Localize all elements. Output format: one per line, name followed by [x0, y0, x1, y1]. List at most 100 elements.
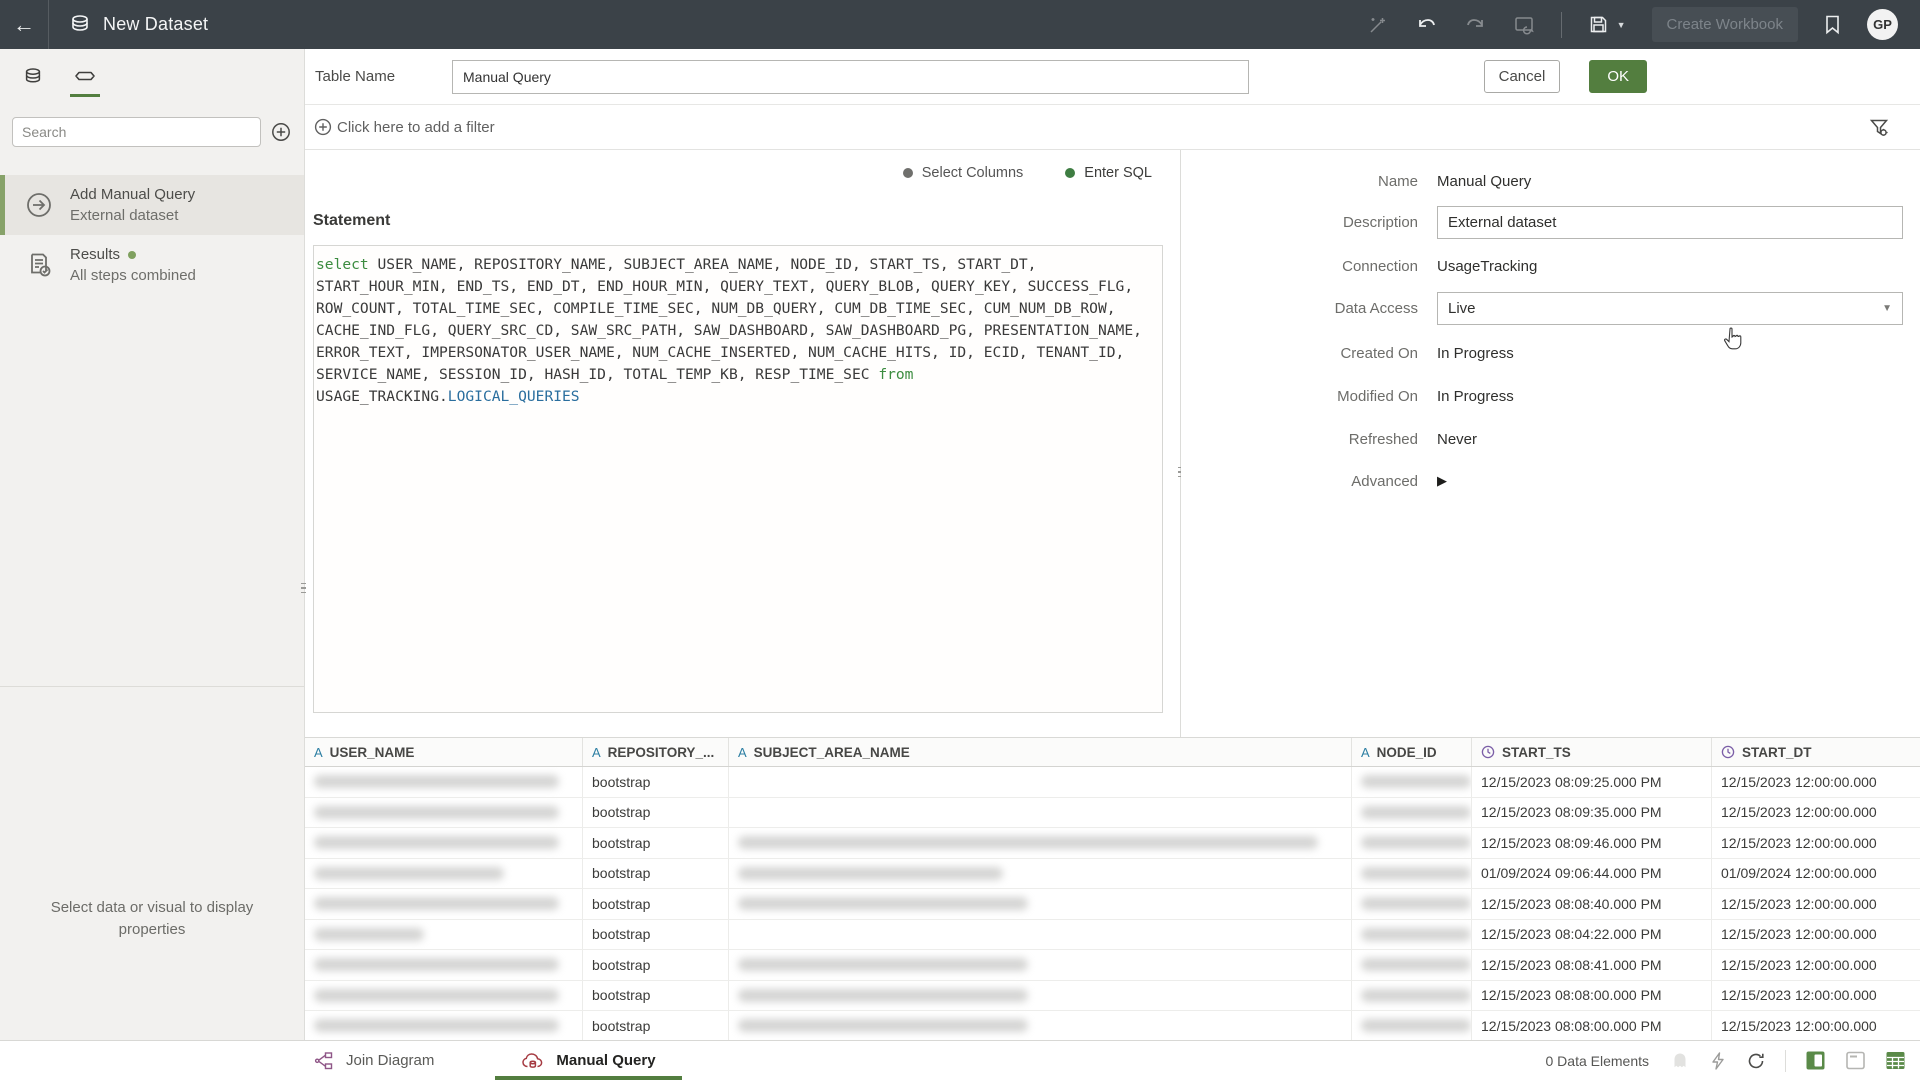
data-elements-count: 0 Data Elements — [1546, 1053, 1650, 1069]
table-row[interactable]: bootstrap 12/15/2023 08:04:22.000 PM 12/… — [305, 920, 1920, 951]
tab-data[interactable] — [18, 67, 48, 105]
bookmark-icon[interactable] — [1824, 14, 1841, 35]
cell-repository: bootstrap — [583, 798, 729, 828]
cell-repository: bootstrap — [583, 767, 729, 797]
column-header-user-name[interactable]: A USER_NAME — [305, 738, 583, 766]
connection-label: Connection — [1181, 258, 1418, 275]
top-header: ← New Dataset — [0, 0, 1920, 49]
table-row[interactable]: bootstrap 12/15/2023 08:09:35.000 PM 12/… — [305, 798, 1920, 829]
cell-subject-area — [729, 981, 1352, 1011]
results-icon — [24, 250, 54, 280]
view-table-icon[interactable] — [1885, 1050, 1906, 1071]
mode-select-columns[interactable]: Select Columns — [903, 165, 1024, 181]
mode-enter-sql[interactable]: Enter SQL — [1065, 165, 1152, 181]
dataset-preview-icon[interactable] — [1513, 14, 1535, 36]
cell-repository: bootstrap — [583, 859, 729, 889]
join-diagram-icon — [313, 1051, 335, 1071]
redo-icon[interactable] — [1464, 13, 1487, 36]
tab-preparation[interactable] — [70, 67, 100, 105]
auto-insights-icon[interactable] — [1367, 14, 1389, 36]
column-header-start-dt[interactable]: START_DT — [1712, 738, 1920, 766]
cell-start-ts: 12/15/2023 08:08:00.000 PM — [1472, 1011, 1712, 1040]
cancel-button[interactable]: Cancel — [1484, 60, 1561, 93]
save-menu-caret-icon[interactable]: ▼ — [1617, 20, 1626, 30]
table-name-bar: Table Name Cancel OK — [305, 49, 1920, 105]
cell-user-name — [305, 859, 583, 889]
table-row[interactable]: bootstrap 12/15/2023 08:09:25.000 PM 12/… — [305, 767, 1920, 798]
filter-settings-icon[interactable] — [1868, 116, 1890, 138]
description-input[interactable] — [1437, 206, 1903, 239]
modified-on-label: Modified On — [1181, 388, 1418, 405]
avatar[interactable]: GP — [1867, 9, 1898, 40]
cell-repository: bootstrap — [583, 1011, 729, 1040]
radio-icon — [903, 168, 913, 178]
add-filter-button[interactable]: Click here to add a filter — [313, 117, 495, 137]
created-on-label: Created On — [1181, 345, 1418, 362]
chevron-down-icon: ▼ — [1882, 303, 1892, 314]
view-split-icon[interactable] — [1845, 1050, 1866, 1071]
properties-panel: Name Manual Query Description Connection… — [1181, 150, 1920, 737]
cell-user-name — [305, 1011, 583, 1040]
filter-bar: Click here to add a filter — [305, 105, 1920, 150]
sidebar-resize-grip[interactable] — [300, 570, 307, 606]
create-workbook-button[interactable]: Create Workbook — [1652, 7, 1798, 42]
name-value: Manual Query — [1437, 173, 1531, 190]
cell-repository: bootstrap — [583, 889, 729, 919]
manual-query-step-icon — [24, 190, 54, 220]
search-field[interactable] — [22, 124, 251, 140]
flash-refresh-icon[interactable] — [1709, 1051, 1727, 1071]
tab-join-diagram[interactable]: Join Diagram — [313, 1041, 434, 1080]
step-subtitle: External dataset — [70, 207, 195, 224]
cell-subject-area — [729, 798, 1352, 828]
add-step-icon[interactable] — [270, 121, 292, 143]
undo-icon[interactable] — [1415, 13, 1438, 36]
advanced-expander-icon[interactable]: ▶ — [1437, 473, 1447, 489]
tab-label: Join Diagram — [346, 1052, 434, 1069]
tab-manual-query[interactable]: Manual Query — [509, 1041, 667, 1080]
sql-statement-box[interactable]: select USER_NAME, REPOSITORY_NAME, SUBJE… — [313, 245, 1163, 713]
data-access-select[interactable]: Live ▼ — [1437, 292, 1903, 325]
statement-label: Statement — [313, 212, 390, 230]
back-button[interactable]: ← — [0, 0, 49, 49]
column-header-start-ts[interactable]: START_TS — [1472, 738, 1712, 766]
table-row[interactable]: bootstrap 12/15/2023 08:08:41.000 PM 12/… — [305, 950, 1920, 981]
cell-subject-area — [729, 1011, 1352, 1040]
save-button[interactable]: ▼ — [1588, 14, 1626, 35]
search-input[interactable] — [12, 117, 261, 147]
sidebar-item-add-manual-query[interactable]: Add Manual Query External dataset — [0, 175, 304, 235]
properties-empty-message: Select data or visual to display propert… — [0, 897, 304, 941]
connection-value: UsageTracking — [1437, 258, 1537, 275]
radio-icon — [1065, 168, 1075, 178]
new-dataset-editor: ← New Dataset — [0, 0, 1920, 1080]
advanced-label: Advanced — [1181, 473, 1418, 490]
table-name-input[interactable] — [452, 60, 1249, 94]
table-row[interactable]: bootstrap 12/15/2023 08:08:00.000 PM 12/… — [305, 1011, 1920, 1040]
column-header-subject-area[interactable]: A SUBJECT_AREA_NAME — [729, 738, 1352, 766]
modified-on-value: In Progress — [1437, 388, 1514, 405]
column-header-node-id[interactable]: A NODE_ID — [1352, 738, 1472, 766]
cell-start-dt: 12/15/2023 12:00:00.000 — [1712, 950, 1920, 980]
view-data-panel-icon[interactable] — [1805, 1050, 1826, 1071]
table-row[interactable]: bootstrap 12/15/2023 08:09:46.000 PM 12/… — [305, 828, 1920, 859]
cell-user-name — [305, 950, 583, 980]
preview-table-header: A USER_NAME A REPOSITORY_... A SUBJECT_A… — [305, 738, 1920, 767]
sql-editor-panel: Select Columns Enter SQL Statement selec… — [305, 150, 1180, 737]
column-header-repository[interactable]: A REPOSITORY_... — [583, 738, 729, 766]
cell-start-dt: 12/15/2023 12:00:00.000 — [1712, 828, 1920, 858]
table-row[interactable]: bootstrap 12/15/2023 08:08:00.000 PM 12/… — [305, 981, 1920, 1012]
created-on-value: In Progress — [1437, 345, 1514, 362]
text-type-icon: A — [314, 745, 323, 760]
cell-node-id — [1352, 859, 1472, 889]
ghost-preview-icon[interactable] — [1670, 1051, 1690, 1071]
sidebar-item-results[interactable]: Results All steps combined — [0, 235, 304, 295]
cell-node-id — [1352, 767, 1472, 797]
results-status-dot — [128, 251, 136, 259]
ok-button[interactable]: OK — [1589, 60, 1647, 93]
table-row[interactable]: bootstrap 12/15/2023 08:08:40.000 PM 12/… — [305, 889, 1920, 920]
table-row[interactable]: bootstrap 01/09/2024 09:06:44.000 PM 01/… — [305, 859, 1920, 890]
cell-node-id — [1352, 828, 1472, 858]
refresh-data-icon[interactable] — [1746, 1051, 1766, 1071]
cell-start-dt: 12/15/2023 12:00:00.000 — [1712, 889, 1920, 919]
cell-user-name — [305, 920, 583, 950]
sql-code[interactable]: select USER_NAME, REPOSITORY_NAME, SUBJE… — [316, 254, 1160, 408]
